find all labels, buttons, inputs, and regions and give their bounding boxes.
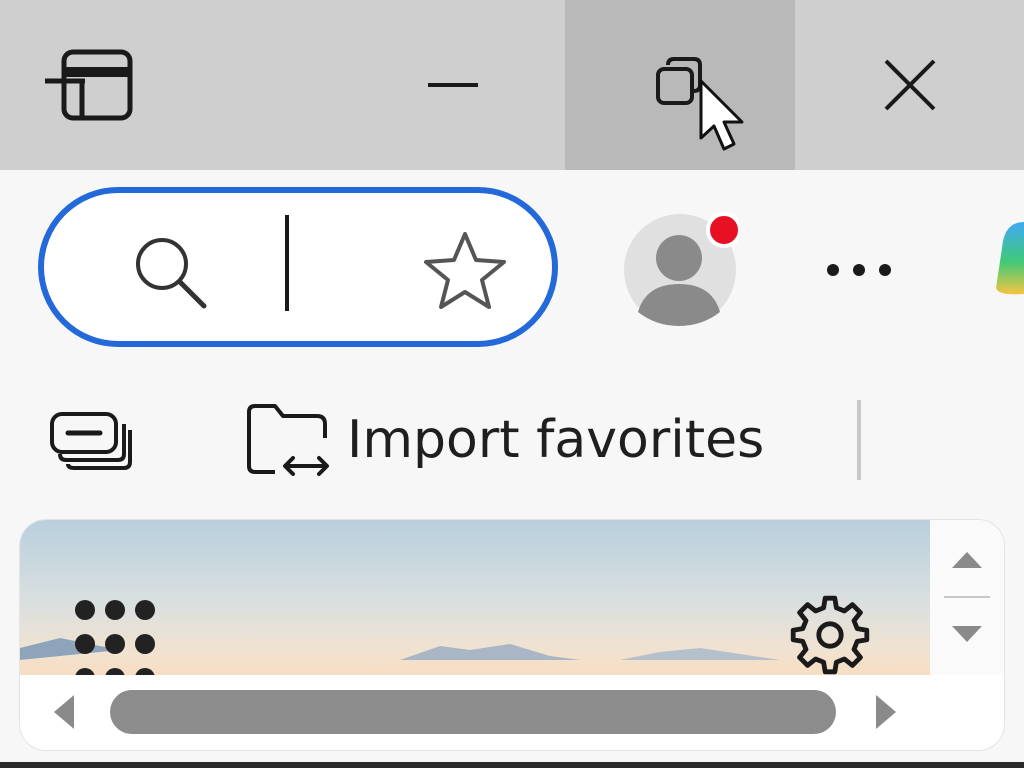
close-icon	[884, 59, 935, 111]
more-options-icon[interactable]	[815, 248, 905, 292]
minimize-icon	[427, 83, 478, 87]
scroll-left-icon[interactable]	[40, 675, 100, 750]
star-icon[interactable]	[420, 228, 510, 312]
content-panel	[20, 520, 1004, 750]
collections-icon[interactable]	[48, 410, 134, 470]
vertical-scrollbar[interactable]	[930, 520, 1004, 675]
tab-actions-button[interactable]	[0, 0, 180, 170]
app-launcher-icon[interactable]	[75, 600, 170, 675]
close-button[interactable]	[795, 0, 1024, 170]
vertical-scroll-divider	[944, 596, 990, 598]
notification-dot	[706, 212, 738, 248]
mouse-cursor-icon	[698, 78, 752, 158]
search-icon[interactable]	[130, 232, 210, 312]
scroll-down-icon[interactable]	[930, 614, 1004, 654]
horizontal-scroll-thumb[interactable]	[110, 690, 836, 734]
tab-actions-icon	[45, 49, 133, 121]
text-caret	[285, 215, 289, 311]
favorites-divider	[857, 400, 861, 480]
minimize-button[interactable]	[340, 0, 565, 170]
gear-icon[interactable]	[780, 595, 880, 675]
restore-button[interactable]	[565, 0, 795, 170]
scroll-right-icon[interactable]	[856, 675, 916, 750]
window-bottom-edge	[0, 762, 1024, 768]
copilot-icon[interactable]	[992, 218, 1024, 298]
profile-avatar[interactable]	[622, 212, 738, 328]
folder-import-icon	[247, 404, 329, 476]
import-favorites-label: Import favorites	[347, 410, 765, 470]
scroll-up-icon[interactable]	[930, 540, 1004, 580]
import-favorites-button[interactable]: Import favorites	[245, 395, 764, 485]
